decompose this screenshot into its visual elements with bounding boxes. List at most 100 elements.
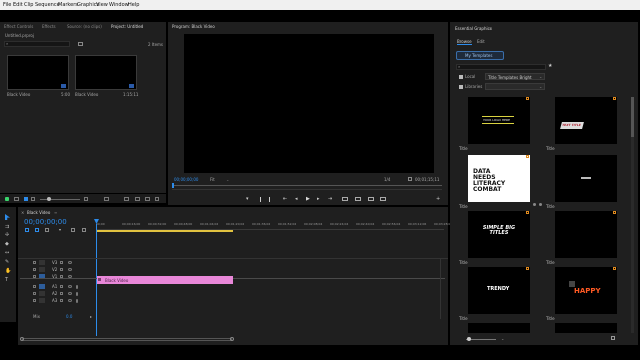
timeline-tab-close-icon[interactable]: ×: [21, 210, 24, 215]
mute-icon[interactable]: [60, 299, 63, 302]
comparison-view-icon[interactable]: [380, 197, 386, 201]
zoom-slider-handle[interactable]: [47, 197, 51, 201]
hand-tool-icon[interactable]: ✋: [5, 268, 11, 274]
mute-icon[interactable]: [60, 292, 63, 295]
track-select-tool-icon[interactable]: ⇉: [5, 224, 9, 230]
menu-help[interactable]: Help: [128, 2, 139, 8]
find-icon[interactable]: [124, 197, 129, 201]
razor-tool-icon[interactable]: ◆: [5, 241, 9, 247]
menu-clip[interactable]: Clip: [24, 2, 33, 8]
tab-effects[interactable]: Effects: [42, 24, 56, 29]
track-header-v3[interactable]: V3: [28, 260, 94, 267]
menu-edit[interactable]: Edit: [13, 2, 23, 8]
scroll-right-handle[interactable]: [230, 337, 234, 341]
my-templates-button[interactable]: My Templates: [456, 51, 504, 60]
graphics-search-input[interactable]: [456, 64, 546, 70]
template-tile-3[interactable]: DATA NEEDS LITERACY COMBAT: [468, 155, 530, 202]
tab-close-icon[interactable]: ×: [140, 24, 143, 29]
source-patch[interactable]: [39, 298, 45, 303]
scroll-left-handle[interactable]: [20, 337, 24, 341]
new-item-icon[interactable]: [145, 197, 150, 201]
list-view-icon[interactable]: [14, 197, 19, 201]
track-header-a2[interactable]: A2: [28, 291, 94, 298]
track-header-a3[interactable]: A3: [28, 298, 94, 305]
clip-thumbnail-1[interactable]: [7, 55, 69, 90]
timeline-horizontal-scrollbar[interactable]: [22, 338, 232, 341]
mute-icon[interactable]: [60, 285, 63, 288]
snap-icon[interactable]: [35, 228, 39, 232]
solo-icon[interactable]: [68, 299, 72, 302]
mark-out-icon[interactable]: [269, 197, 270, 202]
fit-dropdown[interactable]: Fit: [210, 177, 215, 182]
template-tile-7[interactable]: TRENDY: [468, 267, 530, 314]
slip-tool-icon[interactable]: ↔: [5, 250, 9, 256]
program-scrub-bar[interactable]: [172, 185, 442, 186]
template-tile-2[interactable]: TEXT TITLE: [555, 97, 617, 144]
microphone-icon[interactable]: [76, 285, 78, 289]
template-tile-4[interactable]: [555, 155, 617, 202]
template-info-icon[interactable]: [533, 203, 536, 206]
solo-icon[interactable]: [68, 285, 72, 288]
track-header-a1[interactable]: A1: [28, 284, 94, 291]
pen-tool-icon[interactable]: ✎: [5, 259, 9, 265]
program-timecode[interactable]: 00;00;00;00: [174, 177, 198, 182]
menu-markers[interactable]: Markers: [58, 2, 78, 8]
lock-icon[interactable]: [33, 299, 36, 302]
timeline-vertical-scrollbar[interactable]: [440, 259, 444, 319]
thumbnail-size-handle[interactable]: [467, 337, 471, 341]
step-back-icon[interactable]: ◂: [295, 196, 298, 202]
new-layer-icon[interactable]: ⌄: [501, 336, 504, 341]
add-button-icon[interactable]: +: [436, 196, 440, 202]
template-tile-10[interactable]: [555, 323, 617, 333]
linked-selection-icon[interactable]: [45, 228, 49, 232]
work-area-bar[interactable]: [96, 230, 233, 232]
lock-icon[interactable]: [33, 285, 36, 288]
trash-icon[interactable]: [155, 197, 159, 201]
eye-icon[interactable]: [68, 268, 72, 271]
type-tool-icon[interactable]: T: [5, 277, 8, 283]
menu-window[interactable]: Window: [109, 2, 129, 8]
sort-icon[interactable]: [84, 197, 88, 201]
tab-effect-controls[interactable]: Effect Controls: [4, 24, 33, 29]
tab-source[interactable]: Source: (no clips): [67, 24, 102, 29]
automate-icon[interactable]: [104, 197, 109, 201]
zoom-slider[interactable]: [40, 199, 80, 200]
lock-icon[interactable]: [33, 261, 36, 264]
export-frame-icon[interactable]: [368, 197, 374, 201]
ripple-edit-tool-icon[interactable]: ✢: [5, 232, 9, 238]
template-tile-5[interactable]: SIMPLE BIG TITLES: [468, 211, 530, 258]
template-tile-1[interactable]: YOUR LOGO HERE: [468, 97, 530, 144]
captions-icon[interactable]: [82, 228, 86, 232]
new-bin-icon[interactable]: [78, 42, 83, 46]
step-forward-icon[interactable]: ▸: [317, 196, 320, 202]
new-bin-footer-icon[interactable]: [135, 197, 140, 201]
source-patch[interactable]: [39, 260, 45, 265]
source-patch[interactable]: [39, 267, 45, 272]
lift-icon[interactable]: [342, 197, 348, 201]
new-folder-icon[interactable]: [611, 336, 615, 340]
local-folder-dropdown[interactable]: Title Templates Bright ⌄: [485, 73, 545, 80]
timeline-settings-icon[interactable]: [71, 228, 75, 232]
go-to-out-icon[interactable]: ⇥: [328, 196, 332, 202]
microphone-icon[interactable]: [76, 292, 78, 296]
solo-icon[interactable]: [68, 292, 72, 295]
go-to-in-icon[interactable]: ⇤: [283, 196, 287, 202]
microphone-icon[interactable]: [76, 299, 78, 303]
resolution-dropdown[interactable]: 1/4: [384, 177, 390, 182]
libraries-checkbox[interactable]: [459, 85, 463, 89]
program-playhead[interactable]: [172, 183, 174, 188]
favorite-star-icon[interactable]: ★: [548, 63, 552, 69]
project-search-input[interactable]: [4, 41, 70, 47]
menu-sequence[interactable]: Sequence: [35, 2, 60, 8]
timeline-tab[interactable]: Black Video: [27, 210, 50, 215]
menu-file[interactable]: File: [3, 2, 11, 8]
extract-icon[interactable]: [355, 197, 361, 201]
wrench-icon[interactable]: [408, 177, 412, 181]
marker-icon[interactable]: ▾: [246, 196, 249, 202]
menu-view[interactable]: View: [96, 2, 108, 8]
graphics-scrollbar-thumb[interactable]: [631, 97, 634, 137]
icon-view-icon[interactable]: [24, 197, 28, 201]
template-favorite-icon[interactable]: [539, 203, 542, 206]
template-tile-6[interactable]: [555, 211, 617, 258]
local-checkbox[interactable]: [459, 75, 463, 79]
